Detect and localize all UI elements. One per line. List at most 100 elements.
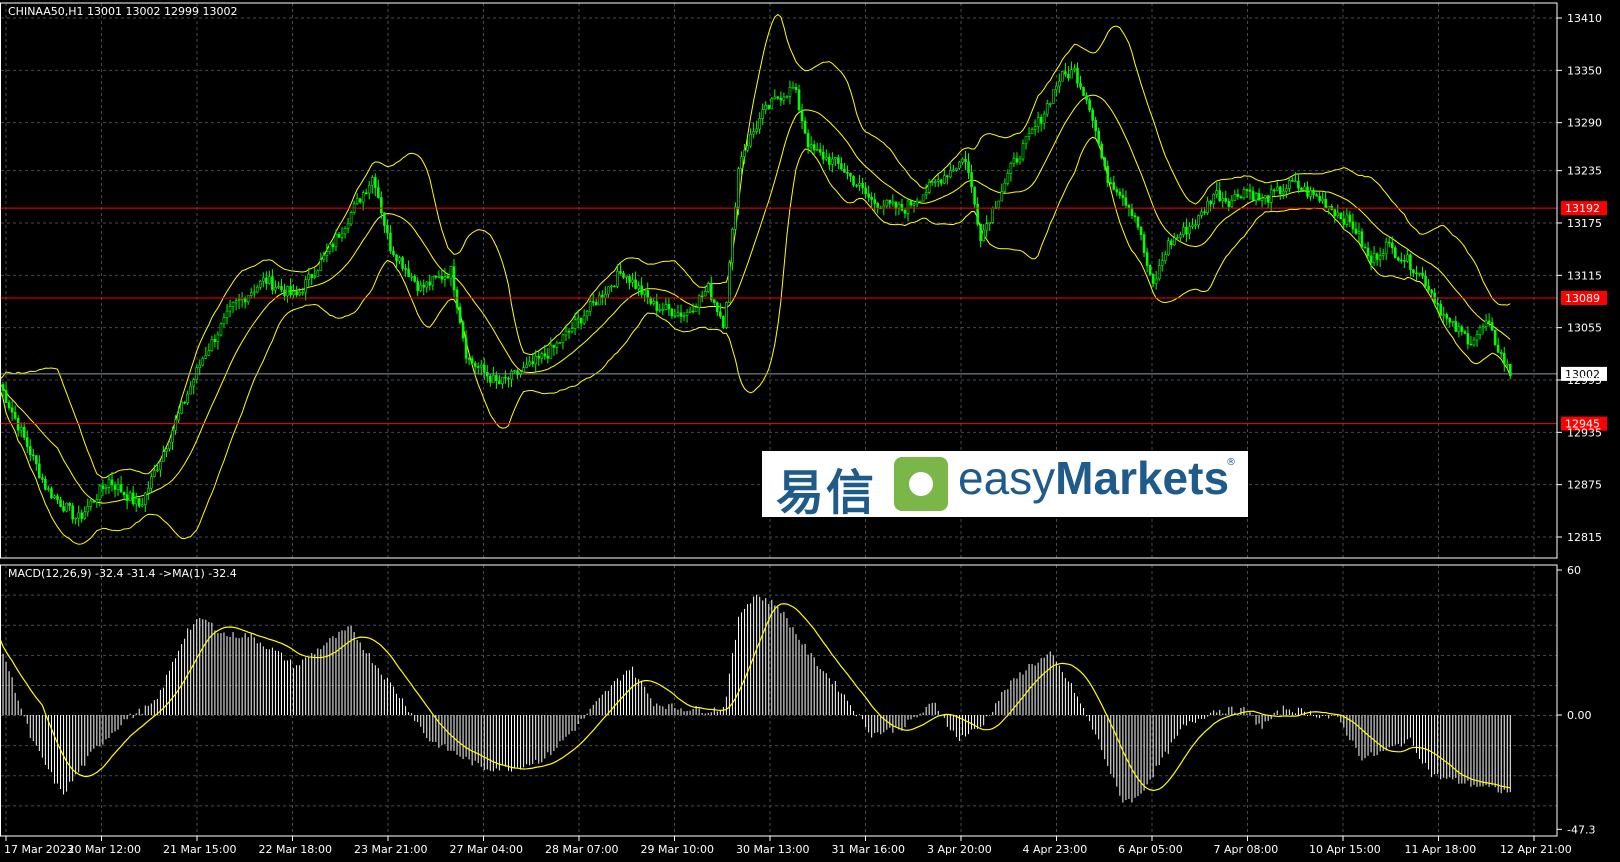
- candle-body: [337, 234, 341, 238]
- candle-body: [53, 495, 56, 499]
- candle-body: [740, 156, 743, 169]
- candle-body: [304, 279, 307, 293]
- candle-body: [1197, 215, 1200, 226]
- candle-body: [479, 364, 483, 368]
- candle-body: [47, 488, 50, 490]
- candle-body: [1170, 240, 1173, 246]
- candle-body: [915, 200, 919, 205]
- candle-body: [392, 250, 395, 256]
- candle-body: [1403, 260, 1406, 262]
- candle-body: [522, 367, 525, 373]
- candle-body: [846, 172, 849, 174]
- candle-body: [625, 276, 628, 278]
- candle-body: [1466, 333, 1470, 345]
- candle-body: [1027, 133, 1031, 138]
- candle-body: [806, 132, 810, 148]
- candle-body: [77, 512, 80, 519]
- candle-body: [1003, 182, 1007, 192]
- candle-body: [1263, 195, 1267, 199]
- candle-body: [1085, 95, 1088, 101]
- time-tick-label: 29 Mar 10:00: [641, 843, 714, 856]
- candle-body: [1121, 195, 1125, 198]
- candle-body: [933, 181, 937, 183]
- candle-body: [50, 488, 53, 499]
- candle-body: [1366, 247, 1370, 257]
- macd-histogram: [0, 594, 1511, 803]
- candle-body: [607, 286, 610, 295]
- candle-body: [1505, 363, 1509, 366]
- candle-body: [322, 255, 326, 260]
- candle-body: [831, 158, 834, 165]
- candle-body: [634, 279, 637, 289]
- bollinger-middle: [0, 94, 1511, 504]
- candle-body: [558, 342, 562, 345]
- price-tick-label: 12815: [1567, 531, 1602, 544]
- candle-body: [1418, 272, 1421, 275]
- candle-body: [570, 328, 574, 332]
- candle-body: [1406, 254, 1409, 262]
- candle-body: [1088, 99, 1091, 111]
- logo-english-text: easyMarkets: [958, 452, 1230, 504]
- candle-body: [1306, 186, 1309, 197]
- candle-body: [162, 451, 165, 462]
- candle-body: [1448, 318, 1452, 323]
- candle-body: [855, 184, 858, 187]
- candle-body: [670, 308, 674, 317]
- candle-body: [588, 301, 592, 312]
- candle-body: [1118, 191, 1122, 196]
- candle-body: [1179, 234, 1182, 238]
- candle-body: [204, 355, 208, 359]
- candle-body: [349, 212, 353, 225]
- candle-body: [906, 200, 910, 214]
- candle-body: [900, 203, 904, 211]
- candle-body: [755, 128, 758, 132]
- candle-body: [858, 183, 861, 186]
- easymarkets-logo: 易信 easyMarkets ®: [762, 451, 1248, 521]
- candle-body: [1176, 237, 1179, 239]
- candle-body: [262, 277, 265, 282]
- candle-body: [35, 455, 38, 465]
- candle-body: [613, 285, 616, 288]
- candle-body: [413, 276, 416, 282]
- candle-body: [249, 292, 253, 297]
- candle-body: [104, 487, 108, 489]
- candle-body: [340, 233, 344, 238]
- candle-body: [1490, 322, 1494, 331]
- candle-body: [1266, 195, 1270, 203]
- time-tick-label: 20 Mar 12:00: [68, 843, 141, 856]
- candle-body: [918, 200, 922, 203]
- candle-body: [894, 201, 898, 209]
- candle-body: [283, 289, 286, 297]
- bollinger-upper: [0, 13, 1511, 479]
- candle-body: [719, 311, 722, 317]
- candle-body: [555, 342, 559, 348]
- time-tick-label: 11 Apr 18:00: [1405, 843, 1477, 856]
- time-tick-label: 17 Mar 2023: [4, 843, 74, 856]
- candle-body: [252, 291, 256, 294]
- time-tick-label: 4 Apr 23:00: [1023, 843, 1088, 856]
- candle-body: [98, 485, 102, 500]
- candle-body: [255, 286, 259, 293]
- candle-body: [59, 499, 62, 507]
- candle-body: [268, 276, 271, 284]
- candle-body: [1079, 83, 1082, 88]
- candle-body: [1203, 211, 1206, 214]
- candle-body: [1109, 182, 1113, 184]
- candle-body: [1318, 195, 1321, 202]
- time-tick-label: 27 Mar 04:00: [450, 843, 523, 856]
- candle-body: [1082, 86, 1085, 96]
- candle-body: [531, 361, 534, 365]
- candle-body: [661, 309, 665, 311]
- candle-body: [422, 284, 426, 288]
- candle-body: [1478, 327, 1482, 335]
- candle-body: [31, 454, 35, 457]
- candle-body: [1048, 103, 1052, 105]
- candle-body: [1061, 71, 1064, 82]
- candle-body: [1058, 80, 1061, 87]
- candle-body: [228, 306, 232, 312]
- candle-body: [746, 145, 749, 151]
- candle-body: [380, 197, 383, 214]
- candle-body: [222, 317, 226, 325]
- candle-body: [1454, 321, 1458, 332]
- candle-body: [171, 430, 174, 443]
